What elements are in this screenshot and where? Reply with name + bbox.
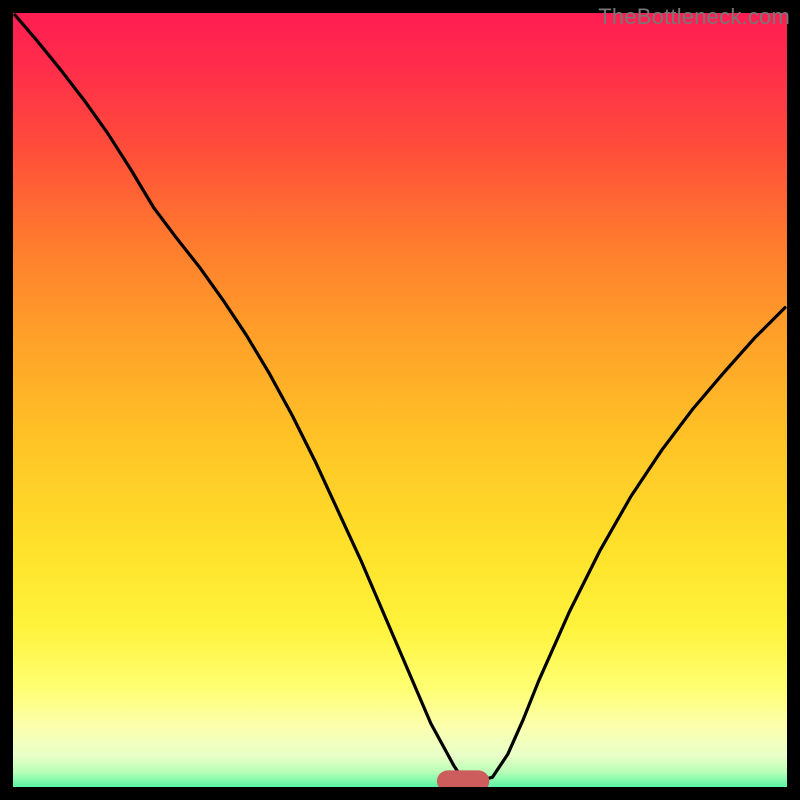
plot-background	[0, 0, 800, 800]
chart-svg	[0, 0, 800, 800]
watermark-text: TheBottleneck.com	[598, 4, 790, 30]
bottleneck-chart: TheBottleneck.com	[0, 0, 800, 800]
